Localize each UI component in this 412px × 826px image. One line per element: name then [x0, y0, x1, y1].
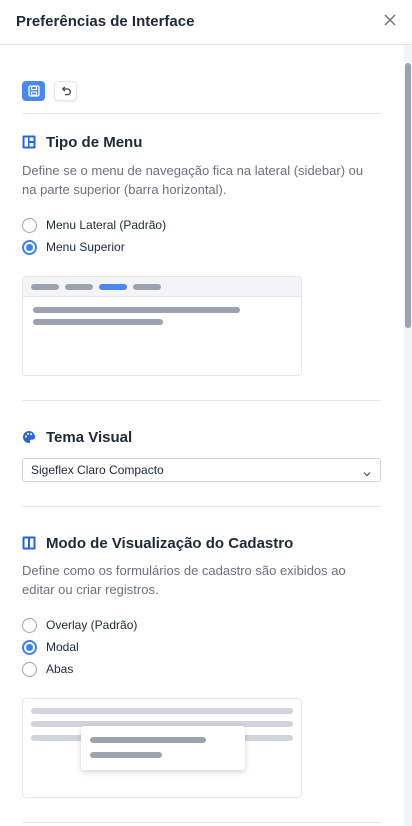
save-button[interactable]: [22, 81, 45, 101]
preview-menu-item-active: [99, 284, 127, 290]
register-mode-preview: [22, 698, 302, 798]
register-mode-title: Modo de Visualização do Cadastro: [46, 534, 294, 552]
radio-circle[interactable]: [22, 617, 37, 633]
radio-circle[interactable]: [22, 217, 37, 233]
layout-icon: [22, 135, 36, 149]
chevron-down-icon: [362, 466, 372, 477]
save-icon: [27, 85, 40, 97]
radio-menu-superior[interactable]: Menu Superior: [22, 238, 125, 256]
preview-menu-item: [133, 284, 161, 290]
preview-modal-line: [90, 752, 162, 758]
register-mode-section-title: Modo de Visualização do Cadastro: [22, 533, 293, 553]
menu-type-section-title: Tipo de Menu: [22, 132, 142, 152]
radio-modal[interactable]: Modal: [22, 638, 79, 656]
dialog-title: Preferências de Interface: [16, 13, 195, 30]
divider: [22, 822, 381, 823]
radio-abas[interactable]: Abas: [22, 660, 73, 678]
columns-icon: [22, 536, 36, 550]
radio-circle[interactable]: [22, 239, 37, 255]
register-mode-description: Define como os formulários de cadastro s…: [22, 563, 346, 597]
radio-label: Abas: [46, 662, 74, 676]
menu-type-title: Tipo de Menu: [46, 133, 143, 151]
theme-select-value: Sigeflex Claro Compacto: [31, 463, 164, 477]
menu-preview: [22, 276, 302, 376]
radio-label: Modal: [46, 640, 79, 654]
preview-modal: [81, 726, 245, 770]
theme-title: Tema Visual: [46, 428, 133, 446]
divider: [22, 113, 381, 114]
preview-menu-item: [31, 284, 59, 290]
divider: [22, 506, 381, 507]
dialog-header: Preferências de Interface: [0, 0, 412, 45]
undo-icon: [60, 85, 72, 97]
undo-button[interactable]: [54, 81, 77, 101]
preview-content-line: [33, 319, 163, 325]
theme-section-title: Tema Visual: [22, 427, 132, 447]
radio-circle[interactable]: [22, 639, 37, 655]
close-icon[interactable]: [382, 12, 398, 28]
theme-select[interactable]: Sigeflex Claro Compacto: [22, 458, 381, 482]
radio-label: Menu Superior: [46, 240, 125, 254]
radio-label: Menu Lateral (Padrão): [46, 218, 167, 232]
menu-type-description: Define se o menu de navegação fica na la…: [22, 163, 364, 197]
scrollbar-thumb[interactable]: [405, 63, 411, 328]
preview-content-line: [33, 307, 240, 313]
palette-icon: [22, 430, 36, 444]
preview-menu-item: [65, 284, 93, 290]
radio-overlay[interactable]: Overlay (Padrão): [22, 616, 137, 634]
preview-modal-line: [90, 737, 206, 743]
radio-menu-lateral[interactable]: Menu Lateral (Padrão): [22, 216, 166, 234]
divider: [22, 400, 381, 401]
preview-background-line: [31, 708, 293, 714]
radio-circle[interactable]: [22, 661, 37, 677]
radio-label: Overlay (Padrão): [46, 618, 138, 632]
